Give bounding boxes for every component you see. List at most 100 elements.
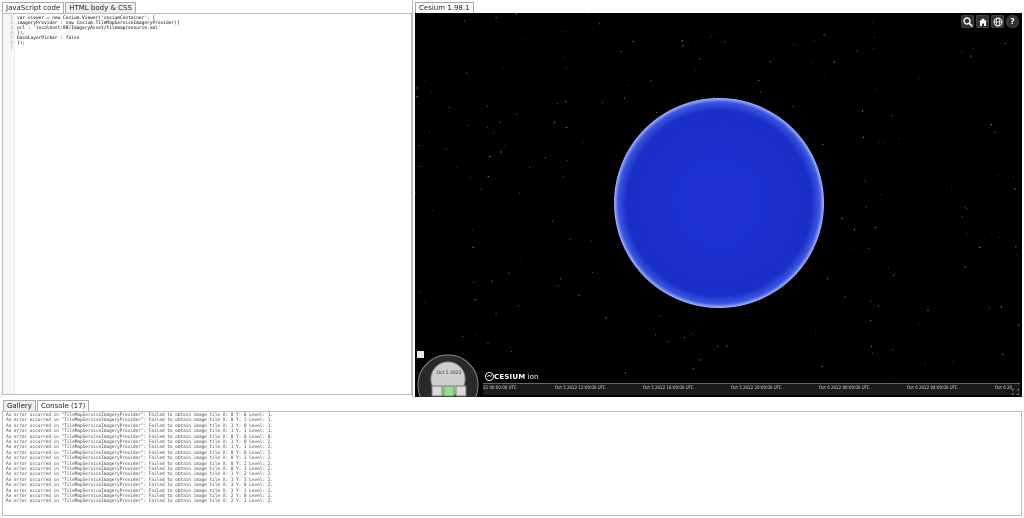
star [554, 121, 556, 123]
tab-gallery[interactable]: Gallery [3, 400, 36, 411]
star [501, 66, 503, 68]
star [1011, 110, 1013, 111]
code-editor[interactable]: 1 var viewer = new Cesium.Viewer('cesiumC… [2, 13, 412, 395]
star [472, 246, 474, 249]
rewind-button [431, 385, 443, 397]
star [691, 333, 693, 335]
logo-text: CESIUM [494, 372, 526, 381]
cesium-ion-logo[interactable]: CESIUM ion [485, 372, 539, 381]
star [965, 233, 967, 234]
timeline-tick-label: Oct 5 2022 20:00:00 UTC [731, 385, 782, 390]
star [632, 40, 634, 43]
star [699, 359, 701, 361]
star [468, 124, 470, 126]
star [1002, 341, 1004, 343]
star [667, 341, 669, 343]
star [898, 138, 900, 139]
star [419, 165, 421, 167]
star [862, 136, 865, 138]
star [1015, 255, 1017, 256]
star [683, 337, 686, 339]
star [991, 13, 992, 15]
star [469, 203, 471, 205]
star [466, 90, 468, 91]
star [878, 141, 879, 143]
star [713, 97, 715, 99]
star [854, 130, 856, 131]
viewer-panel: Cesium 1.98.1 ? Oct 5 2022 CESIUM ion 22… [414, 0, 1024, 397]
star [891, 115, 893, 117]
tab-javascript-code[interactable]: JavaScript code [2, 2, 65, 13]
star [578, 294, 580, 296]
star [562, 31, 564, 33]
editor-tabs: JavaScript code HTML body & CSS [2, 2, 137, 13]
star [856, 50, 858, 52]
line-number-gutter [3, 14, 15, 394]
star [480, 188, 482, 190]
search-icon[interactable] [961, 15, 974, 28]
star [598, 23, 601, 25]
star [416, 96, 418, 98]
star [874, 37, 876, 38]
star [990, 124, 992, 126]
star [495, 17, 497, 19]
star [813, 40, 815, 42]
star [521, 38, 523, 40]
star [591, 271, 593, 273]
star [569, 238, 571, 240]
star [699, 58, 701, 60]
star [566, 67, 568, 69]
timeline[interactable]: 22 00:00:00 UTC Oct 5 2022 12:00:00 UTC … [483, 383, 1020, 395]
star [560, 278, 562, 280]
code-panel: JavaScript code HTML body & CSS 1 var vie… [0, 0, 413, 397]
star [424, 301, 426, 303]
star [874, 226, 876, 229]
star [564, 100, 567, 103]
star [650, 80, 652, 82]
star [810, 62, 812, 64]
star [472, 282, 474, 284]
star [415, 191, 416, 193]
help-icon[interactable]: ? [1006, 15, 1019, 28]
star [961, 216, 963, 218]
fullscreen-icon[interactable] [1011, 388, 1020, 396]
tab-cesium-version[interactable]: Cesium 1.98.1 [415, 2, 474, 13]
star [483, 133, 484, 135]
star [429, 131, 431, 133]
star [918, 78, 920, 79]
star [876, 89, 877, 91]
star [760, 91, 762, 93]
globe-icon[interactable] [991, 15, 1004, 28]
tab-console[interactable]: Console (17) [36, 400, 90, 411]
star [508, 272, 510, 274]
star [988, 307, 990, 309]
star [792, 106, 794, 108]
star [570, 240, 572, 242]
star [877, 305, 879, 307]
timeline-tick-label: Oct 6 2022 04:00:00 UTC [907, 385, 958, 390]
logo-suffix: ion [527, 372, 539, 381]
star [888, 267, 889, 269]
star [550, 156, 551, 157]
star [432, 210, 433, 211]
star [844, 296, 846, 298]
star [504, 145, 506, 146]
star [472, 229, 473, 231]
star [557, 259, 559, 261]
tab-html-body-css[interactable]: HTML body & CSS [65, 2, 136, 13]
cesium-viewer[interactable]: ? Oct 5 2022 CESIUM ion 22 00:00:00 UTC O… [415, 13, 1022, 397]
star [953, 139, 955, 141]
star [605, 317, 607, 319]
globe [614, 98, 824, 308]
home-icon[interactable] [976, 15, 989, 28]
star [493, 132, 495, 134]
star [966, 208, 968, 209]
star [707, 37, 709, 38]
animation-widget[interactable]: Oct 5 2022 [417, 351, 479, 397]
star [466, 72, 468, 74]
star [945, 92, 946, 94]
star [552, 220, 554, 222]
console-output[interactable]: An error occurred in "TileMapServiceImag… [2, 411, 1022, 516]
star [692, 368, 694, 370]
star [873, 47, 875, 49]
